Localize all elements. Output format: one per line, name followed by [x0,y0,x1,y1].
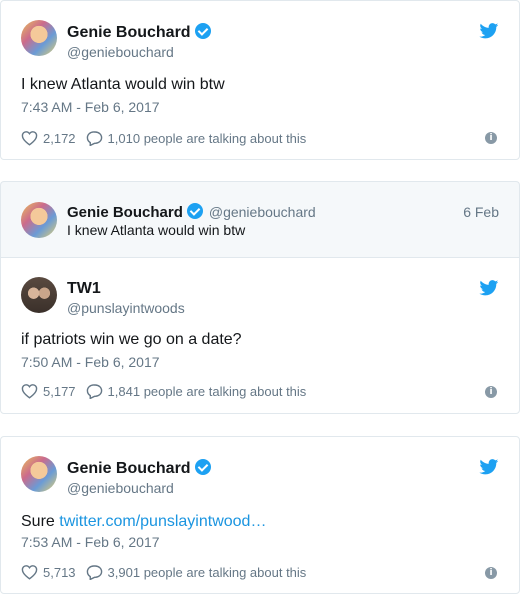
tweet-text: if patriots win we go on a date? [21,331,242,348]
verified-badge-icon [186,203,203,219]
avatar[interactable] [21,202,57,238]
tweet-card-1: Genie Bouchard @geniebouchard I knew Atl… [0,0,520,160]
quoted-tweet-card[interactable]: Genie Bouchard @geniebouchard 6 Feb I kne… [0,181,520,257]
tweet-timestamp[interactable]: 7:50 AM - Feb 6, 2017 [21,354,160,370]
like-count: 5,177 [43,383,76,399]
reply-bubble-icon [86,384,102,399]
author-handle[interactable]: @geniebouchard [67,44,174,60]
tweet-card-3: Genie Bouchard @geniebouchard Sure twitt… [0,436,520,594]
author-name[interactable]: Genie Bouchard [67,459,211,478]
quoted-handle: @geniebouchard [208,204,316,220]
quoted-author-name: Genie Bouchard [67,204,183,221]
author-handle[interactable]: @punslayintwoods [67,300,185,316]
avatar[interactable] [21,20,57,56]
info-icon[interactable]: i [485,567,497,579]
info-icon[interactable]: i [485,132,497,144]
like-count: 5,713 [43,564,76,580]
talking-link[interactable]: 3,901 people are talking about this [86,564,307,580]
talking-count: 3,901 people are talking about this [107,564,307,580]
tweet-actions: 5,713 3,901 people are talking about thi… [21,564,316,580]
tweet-actions: 2,172 1,010 people are talking about thi… [21,130,316,146]
avatar[interactable] [21,277,57,313]
quoted-text: I knew Atlanta would win btw [67,222,246,238]
author-name-text[interactable]: Genie Bouchard [67,460,191,477]
twitter-bird-icon[interactable] [479,23,499,39]
tweet-actions: 5,177 1,841 people are talking about thi… [21,383,316,399]
tweet-text-prefix: Sure [21,513,60,530]
tweet-link[interactable]: twitter.com/punslayintwood… [59,513,266,530]
tweet-timestamp[interactable]: 7:53 AM - Feb 6, 2017 [21,534,160,550]
talking-link[interactable]: 1,010 people are talking about this [86,130,307,146]
avatar[interactable] [21,456,57,492]
tweet-text: Sure twitter.com/punslayintwood… [21,513,266,531]
like-button[interactable]: 5,177 [21,383,76,399]
heart-icon [21,131,38,146]
like-button[interactable]: 2,172 [21,130,76,146]
talking-count: 1,010 people are talking about this [107,130,307,146]
heart-icon [21,384,38,399]
verified-badge-icon [194,23,211,39]
twitter-bird-icon[interactable] [479,280,499,296]
tweet-timestamp[interactable]: 7:43 AM - Feb 6, 2017 [21,99,160,115]
like-button[interactable]: 5,713 [21,564,76,580]
author-name[interactable]: TW1 [67,280,101,298]
author-name[interactable]: Genie Bouchard [67,23,211,42]
verified-badge-icon [194,459,211,475]
tweet-text: I knew Atlanta would win btw [21,76,225,93]
quoted-date[interactable]: 6 Feb [463,204,499,220]
author-handle[interactable]: @geniebouchard [67,480,174,496]
quoted-author[interactable]: Genie Bouchard @geniebouchard [67,203,316,221]
reply-bubble-icon [86,131,102,146]
tweet-card-2: TW1 @punslayintwoods if patriots win we … [0,257,520,414]
info-icon[interactable]: i [485,386,497,398]
reply-bubble-icon [86,565,102,580]
talking-count: 1,841 people are talking about this [107,383,307,399]
twitter-bird-icon[interactable] [479,459,499,475]
like-count: 2,172 [43,130,76,146]
talking-link[interactable]: 1,841 people are talking about this [86,383,307,399]
heart-icon [21,565,38,580]
author-name-text[interactable]: Genie Bouchard [67,24,191,41]
